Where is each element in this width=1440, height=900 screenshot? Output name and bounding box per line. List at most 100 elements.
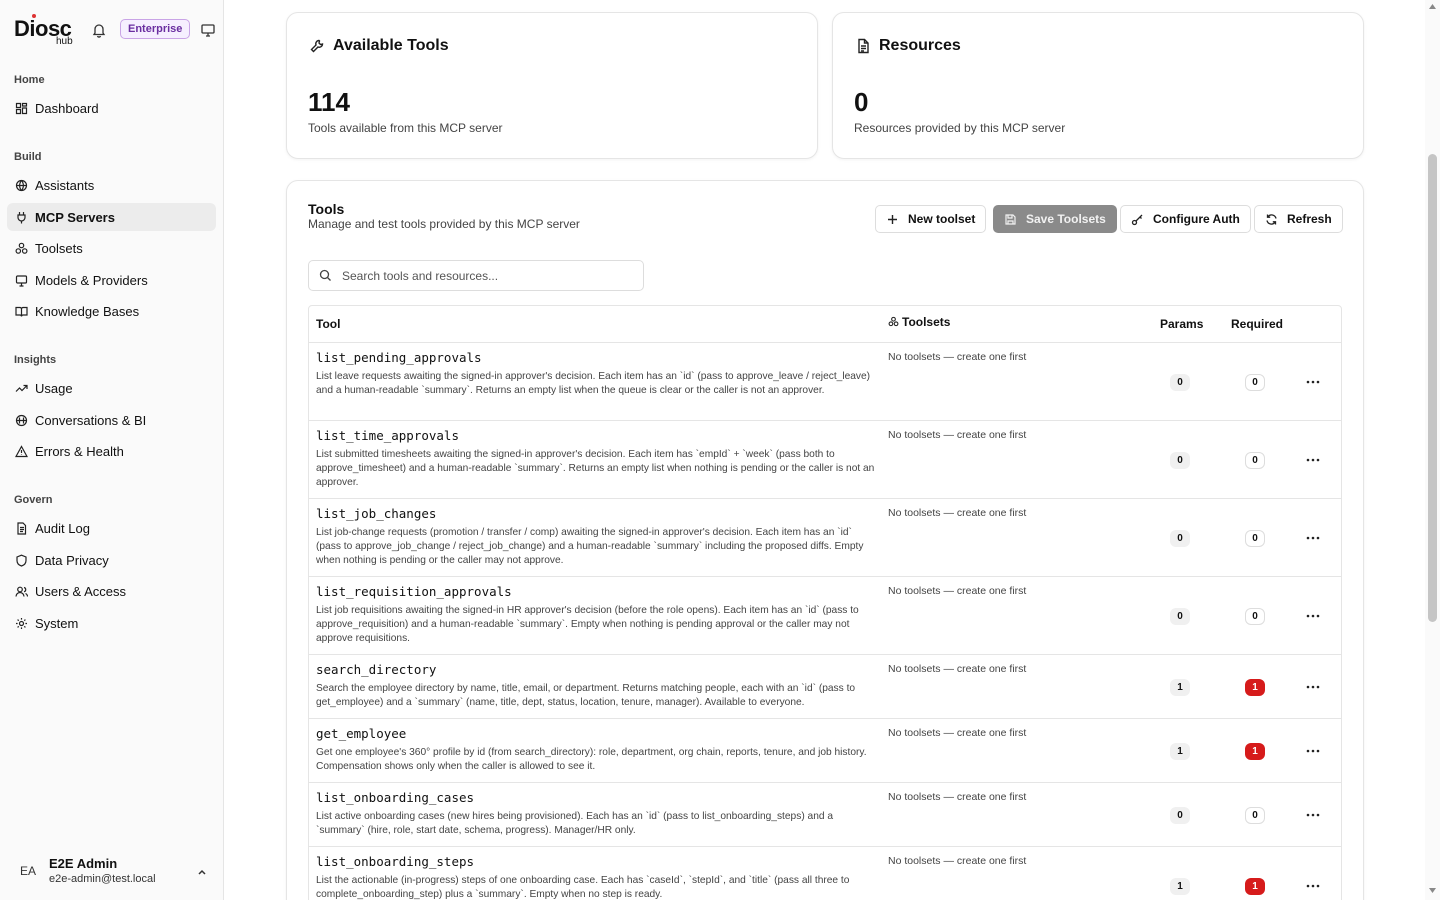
tools-title: Tools — [308, 201, 345, 217]
sidebar-item-usage[interactable]: Usage — [7, 374, 216, 402]
sidebar-item-label: System — [35, 615, 79, 631]
sidebar-item-system[interactable]: System — [7, 609, 216, 637]
tool-description: List submitted timesheets awaiting the s… — [316, 449, 875, 488]
more-actions-icon[interactable] — [1306, 884, 1320, 888]
tool-toolsets: No toolsets — create one first — [888, 351, 1027, 363]
table-row[interactable]: list_requisition_approvals List job requi… — [309, 577, 1341, 655]
configure-auth-button[interactable]: Configure Auth — [1120, 205, 1251, 233]
save-icon — [1005, 213, 1016, 225]
available-tools-card: Available Tools 114 Tools available from… — [286, 12, 818, 159]
scrollbar-thumb[interactable] — [1428, 154, 1437, 622]
user-menu[interactable]: EA E2E Admin e2e-admin@test.local — [0, 846, 224, 896]
nav-section-home: Home — [14, 74, 45, 86]
bell-icon[interactable] — [92, 22, 106, 38]
sidebar-item-label: MCP Servers — [35, 209, 115, 225]
tool-description: List job-change requests (promotion / tr… — [316, 527, 864, 566]
sidebar-item-errors-and-health[interactable]: Errors & Health — [7, 437, 216, 465]
sidebar-item-label: Conversations & BI — [35, 412, 147, 428]
tool-description: Get one employee's 360° profile by id (f… — [316, 747, 867, 772]
sidebar: Diosc hub Enterprise Home Dashboard Build A… — [0, 0, 224, 900]
sidebar-item-toolsets[interactable]: Toolsets — [7, 234, 216, 262]
more-actions-icon[interactable] — [1306, 380, 1320, 384]
sidebar-item-label: Users & Access — [35, 583, 127, 599]
table-row[interactable]: search_directory Search the employee dire… — [309, 655, 1341, 719]
search-input[interactable]: Search tools and resources... — [308, 260, 644, 291]
tool-name: list_requisition_approvals — [316, 584, 512, 599]
sidebar-item-audit-log[interactable]: Audit Log — [7, 514, 216, 542]
available-tools-title: Available Tools — [333, 37, 449, 54]
table-row[interactable]: list_job_changes List job-change requests… — [309, 499, 1341, 577]
sidebar-item-data-privacy[interactable]: Data Privacy — [7, 546, 216, 574]
sidebar-item-knowledge-bases[interactable]: Knowledge Bases — [7, 297, 216, 325]
params-count: 0 — [1170, 807, 1190, 824]
plug-icon — [15, 211, 28, 224]
search-icon — [319, 269, 331, 281]
more-actions-icon[interactable] — [1306, 813, 1320, 817]
table-row[interactable]: get_employee Get one employee's 360° prof… — [309, 719, 1341, 783]
chat-icon — [15, 414, 28, 427]
sidebar-item-label: Dashboard — [35, 100, 99, 116]
sidebar-item-conversations-and-bi[interactable]: Conversations & BI — [7, 406, 216, 434]
refresh-button[interactable]: Refresh — [1254, 205, 1343, 233]
tools-subtitle: Manage and test tools provided by this M… — [308, 217, 580, 231]
resources-card: Resources 0 Resources provided by this M… — [832, 12, 1364, 159]
sidebar-item-users-and-access[interactable]: Users & Access — [7, 577, 216, 605]
tool-description: List job requisitions awaiting the signe… — [316, 605, 859, 644]
sidebar-item-dashboard[interactable]: Dashboard — [7, 94, 216, 122]
logo-dot — [32, 14, 36, 18]
monitor-icon — [15, 274, 28, 287]
sidebar-item-label: Toolsets — [35, 240, 83, 256]
nav-section-govern: Govern — [14, 494, 53, 506]
tool-toolsets: No toolsets — create one first — [888, 727, 1027, 739]
monitor-icon[interactable] — [200, 22, 216, 38]
save-toolsets-button[interactable]: Save Toolsets — [993, 205, 1117, 233]
chevron-up-icon[interactable] — [196, 866, 208, 878]
plus-icon — [888, 214, 897, 224]
sidebar-item-assistants[interactable]: Assistants — [7, 171, 216, 199]
more-actions-icon[interactable] — [1306, 749, 1320, 753]
required-count: 1 — [1245, 679, 1265, 696]
required-count: 1 — [1245, 878, 1265, 895]
scroll-up-icon[interactable] — [1428, 3, 1437, 10]
tool-name: search_directory — [316, 662, 437, 677]
logo-sub: hub — [56, 36, 73, 47]
tool-description: Search the employee directory by name, t… — [316, 683, 856, 708]
params-count: 0 — [1170, 608, 1190, 625]
brand: Diosc hub Enterprise — [14, 14, 216, 47]
sidebar-item-label: Audit Log — [35, 520, 90, 536]
user-email: e2e-admin@test.local — [49, 873, 156, 885]
more-actions-icon[interactable] — [1306, 536, 1320, 540]
tool-toolsets: No toolsets — create one first — [888, 791, 1027, 803]
table-header: Tool Toolsets Params Required — [309, 306, 1341, 343]
sidebar-item-models-and-providers[interactable]: Models & Providers — [7, 266, 216, 294]
tool-description: List leave requests awaiting the signed-… — [316, 371, 871, 396]
tool-name: list_job_changes — [316, 506, 437, 521]
wrench-icon — [310, 39, 324, 53]
tool-toolsets: No toolsets — create one first — [888, 855, 1027, 867]
col-required: Required — [1231, 317, 1284, 331]
more-actions-icon[interactable] — [1306, 614, 1320, 618]
trend-icon — [15, 382, 28, 395]
scroll-down-icon[interactable] — [1428, 887, 1437, 894]
more-actions-icon[interactable] — [1306, 685, 1320, 689]
gear-icon — [15, 617, 28, 630]
new-toolset-button[interactable]: New toolset — [875, 205, 987, 233]
required-count: 0 — [1245, 452, 1265, 469]
nav-section-insights: Insights — [14, 354, 57, 366]
sidebar-item-mcp-servers[interactable]: MCP Servers — [7, 203, 216, 231]
params-count: 1 — [1170, 679, 1190, 696]
params-count: 0 — [1170, 452, 1190, 469]
document-icon — [15, 521, 28, 535]
tool-toolsets: No toolsets — create one first — [888, 429, 1027, 441]
table-row[interactable]: list_pending_approvals List leave request… — [309, 343, 1341, 421]
tool-description: List active onboarding cases (new hires … — [316, 811, 834, 836]
params-count: 1 — [1170, 743, 1190, 760]
more-actions-icon[interactable] — [1306, 458, 1320, 462]
required-count: 0 — [1245, 374, 1265, 391]
col-params: Params — [1160, 317, 1204, 331]
col-toolsets: Toolsets — [888, 315, 950, 329]
table-row[interactable]: list_onboarding_cases List active onboard… — [309, 783, 1341, 847]
sidebar-item-label: Models & Providers — [35, 272, 148, 288]
table-row[interactable]: list_time_approvals List submitted timesh… — [309, 421, 1341, 499]
table-row[interactable]: list_onboarding_steps List the actionable… — [309, 847, 1341, 900]
